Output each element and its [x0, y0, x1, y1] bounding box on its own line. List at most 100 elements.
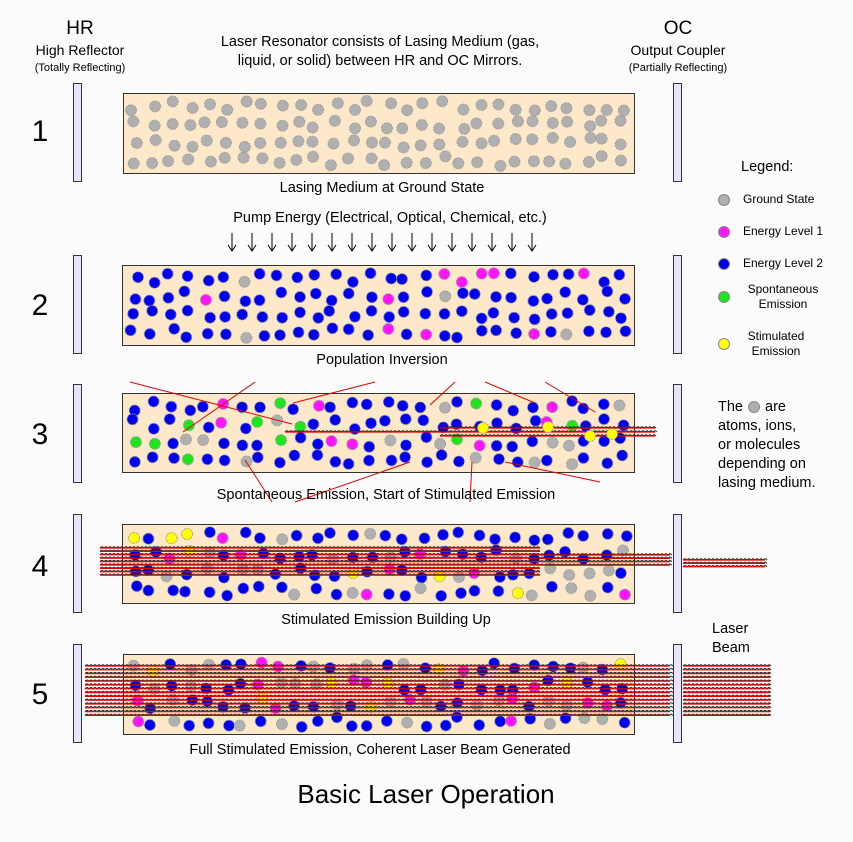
ground-state-particle [600, 104, 613, 116]
energy-level-2-particle [473, 719, 486, 732]
ground-state-particle [307, 150, 319, 163]
energy-level-2-particle [126, 413, 139, 426]
ground-state-particle [559, 157, 572, 170]
energy-level-2-particle [179, 585, 191, 598]
energy-level-2-particle [292, 326, 305, 339]
ground-state-particle [127, 157, 140, 170]
legend-title: Legend: [741, 159, 794, 175]
ground-state-particle [511, 115, 524, 128]
energy-level-2-particle [251, 439, 263, 452]
energy-level-2-particle [323, 305, 336, 317]
legend-item-spontaneous-emission: Spontaneous Emission [718, 282, 853, 312]
energy-level-2-particle [346, 396, 359, 409]
energy-level-2-particle [476, 664, 489, 677]
energy-level-2-particle [128, 455, 141, 468]
energy-level-2-particle [178, 285, 191, 298]
energy-level-1-particle [528, 328, 541, 340]
energy-level-2-particle [291, 271, 304, 284]
energy-level-2-particle [295, 720, 308, 733]
ground-state-particle [204, 155, 217, 168]
energy-level-2-particle [581, 676, 594, 689]
energy-level-2-particle [541, 292, 554, 305]
ground-state-particle [546, 131, 559, 144]
energy-level-2-particle [488, 657, 501, 670]
ground-state-particle [204, 98, 216, 111]
energy-level-2-particle [274, 329, 286, 342]
energy-level-2-particle [601, 527, 614, 540]
ground-state-particle [595, 150, 608, 163]
energy-level-2-particle [456, 287, 469, 300]
energy-level-2-particle [273, 456, 286, 469]
ground-state-particle [584, 589, 597, 602]
ground-state-particle [543, 717, 556, 730]
energy-level-2-particle [184, 404, 197, 417]
energy-level-1-particle [199, 293, 212, 306]
ground-state-particle [439, 290, 452, 303]
diagram-title: Basic Laser Operation [297, 779, 555, 809]
energy-level-2-particle [256, 311, 269, 323]
energy-level-2-particle [143, 294, 156, 307]
ground-state-particle [560, 328, 573, 341]
energy-level-2-particle [583, 304, 596, 317]
ground-state-particle [564, 136, 577, 148]
energy-level-2-particle [365, 291, 378, 304]
energy-level-1-particle [473, 439, 486, 452]
energy-level-1-particle [546, 401, 559, 414]
energy-level-2-particle [167, 437, 180, 450]
ground-state-particle [384, 434, 397, 447]
ground-state-particle [346, 587, 359, 599]
energy-level-2-particle [254, 401, 266, 414]
ground-state-particle [561, 115, 574, 128]
energy-level-2-particle [380, 715, 393, 727]
ground-state-particle [295, 99, 308, 111]
ground-state-particle [349, 122, 361, 135]
energy-level-2-particle [523, 700, 535, 713]
energy-level-2-particle [311, 715, 324, 728]
energy-level-2-particle [201, 695, 214, 708]
energy-level-2-particle [167, 584, 180, 597]
energy-level-1-particle [505, 714, 518, 727]
energy-level-2-particle [142, 532, 155, 545]
energy-level-2-particle [148, 276, 161, 289]
energy-level-2-particle [437, 528, 449, 541]
energy-level-2-particle [601, 457, 614, 470]
ground-state-particle [613, 399, 626, 412]
energy-level-2-particle [253, 294, 266, 307]
ground-state-particle [583, 567, 596, 580]
energy-level-2-particle [146, 304, 159, 317]
stimulated-emission-particle [477, 422, 489, 434]
spontaneous-emission-ray [429, 381, 456, 406]
ground-state-particle [433, 138, 446, 151]
ground-state-particle [453, 571, 465, 584]
ground-state-particle [560, 102, 573, 115]
ground-state-particle [397, 658, 410, 670]
energy-level-2-particle [147, 395, 160, 408]
ground-state-particle [526, 133, 539, 146]
ground-state-particle [184, 680, 197, 693]
ground-state-dot-icon [718, 193, 730, 206]
ground-state-particle [186, 140, 199, 153]
stimulated-emission-particle [165, 532, 178, 545]
energy-level-2-particle [168, 322, 181, 335]
ground-state-particle [509, 133, 522, 145]
stimulated-emission-particle [181, 528, 194, 541]
energy-level-2-particle [528, 534, 541, 547]
ground-state-particle [254, 117, 267, 130]
ground-state-particle [149, 134, 162, 147]
energy-level-2-particle [219, 328, 232, 341]
energy-level-2-particle [345, 720, 358, 733]
ground-state-particle [348, 134, 360, 147]
energy-level-2-particle [414, 683, 427, 696]
energy-level-2-particle [143, 328, 156, 340]
energy-level-2-particle [421, 285, 433, 298]
energy-level-2-particle [434, 700, 447, 713]
ground-state-particle [237, 151, 250, 164]
energy-level-2-particle [287, 403, 300, 416]
ground-state-particle [130, 137, 143, 149]
ground-state-particle [526, 115, 539, 128]
energy-level-2-particle [547, 268, 559, 281]
spontaneous-emission-particle [566, 419, 579, 432]
ground-state-particle [327, 137, 340, 150]
energy-level-2-particle [400, 439, 412, 452]
energy-level-2-particle [218, 290, 231, 303]
